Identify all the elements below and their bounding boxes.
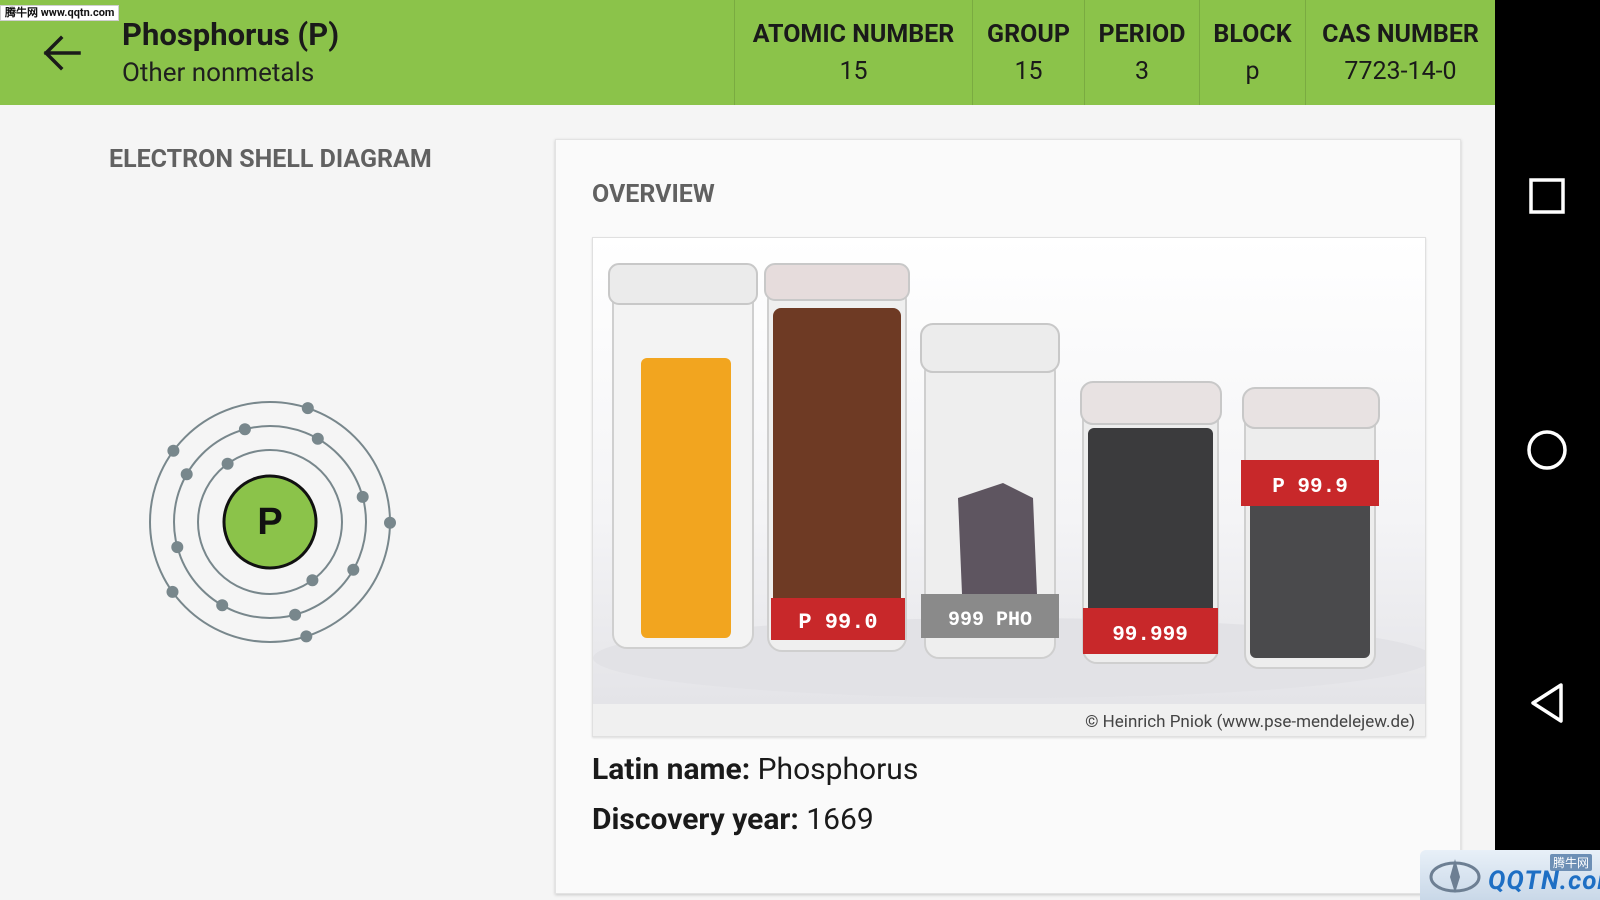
electron xyxy=(301,402,314,415)
stat-block: BLOCK p xyxy=(1199,0,1305,105)
jar-label: 99.999 xyxy=(1112,624,1188,647)
stat-label: GROUP xyxy=(987,20,1070,49)
watermark-top-left: 腾牛网 www.qqtn.com xyxy=(0,5,120,21)
element-photo[interactable]: P 99.0 999 PHO 99.999 P 99.9 xyxy=(593,238,1425,704)
back-nav-button[interactable] xyxy=(1517,673,1577,733)
stat-label: BLOCK xyxy=(1213,20,1292,49)
stat-value: 15 xyxy=(839,57,868,86)
stat-period: PERIOD 3 xyxy=(1084,0,1199,105)
stat-value: 15 xyxy=(1014,57,1043,86)
jar-black-phosphorus: 99.999 xyxy=(1080,381,1222,664)
home-button[interactable] xyxy=(1517,420,1577,480)
electron xyxy=(300,630,313,643)
stat-value: 7723-14-0 xyxy=(1344,57,1457,86)
electron xyxy=(171,541,184,554)
stat-value: p xyxy=(1245,57,1260,86)
jar-white-phosphorus xyxy=(608,263,758,649)
app-screen: Phosphorus (P) Other nonmetals ATOMIC NU… xyxy=(0,0,1495,900)
jar-label: P 99.9 xyxy=(1272,476,1348,499)
nucleus-symbol: P xyxy=(257,501,282,543)
electron xyxy=(289,608,302,621)
recents-button[interactable] xyxy=(1517,166,1577,226)
watermark-bottom-right: 腾牛网 QQTN.com xyxy=(1420,850,1600,900)
electron xyxy=(311,432,324,445)
stat-atomic-number: ATOMIC NUMBER 15 xyxy=(734,0,972,105)
system-navigation-bar xyxy=(1495,0,1600,900)
fact-value: 1669 xyxy=(806,802,874,837)
electron xyxy=(221,457,234,470)
electron xyxy=(216,599,229,612)
back-triangle-icon xyxy=(1531,683,1563,723)
element-photo-card: P 99.0 999 PHO 99.999 P 99.9 © Heinrich … xyxy=(592,237,1426,737)
overview-card: OVERVIEW P 99.0 999 PHO 99.999 P 99.9 © … xyxy=(555,139,1461,894)
stat-group: GROUP 15 xyxy=(972,0,1084,105)
electron xyxy=(347,563,360,576)
jar-red-phosphorus: P 99.0 xyxy=(764,263,910,652)
overview-title: OVERVIEW xyxy=(592,180,715,209)
back-button[interactable] xyxy=(36,30,86,76)
electron-shell-diagram: P xyxy=(149,401,396,643)
electron xyxy=(167,444,180,457)
fact-discovery-year: Discovery year: 1669 xyxy=(592,802,874,837)
fact-label: Latin name: xyxy=(592,752,751,787)
shell-diagram-title: ELECTRON SHELL DIAGRAM xyxy=(109,145,432,174)
jar-violet-phosphorus: 999 PHO xyxy=(920,323,1060,659)
electron xyxy=(180,468,193,481)
jar-label: P 99.0 xyxy=(798,610,877,635)
fact-label: Discovery year: xyxy=(592,802,799,837)
electron xyxy=(166,585,179,598)
jar-grey-phosphorus: P 99.9 xyxy=(1241,387,1380,669)
stat-label: PERIOD xyxy=(1098,20,1186,49)
stat-cas-number: CAS NUMBER 7723-14-0 xyxy=(1305,0,1495,105)
watermark-main-text: QQTN.com xyxy=(1488,866,1600,896)
element-title: Phosphorus (P) xyxy=(122,16,340,53)
recents-square-icon xyxy=(1529,178,1565,214)
arrow-left-icon xyxy=(43,35,81,71)
watermark-logo-icon xyxy=(1429,859,1481,893)
stat-label: CAS NUMBER xyxy=(1322,20,1479,49)
electron xyxy=(238,423,251,436)
image-credit: © Heinrich Pniok (www.pse-mendelejew.de) xyxy=(1085,712,1415,732)
jar-label: 999 PHO xyxy=(948,609,1032,632)
electron xyxy=(306,574,319,587)
electron xyxy=(384,516,396,529)
stat-label: ATOMIC NUMBER xyxy=(752,20,955,49)
fact-latin-name: Latin name: Phosphorus xyxy=(592,752,918,787)
electron xyxy=(356,490,369,503)
fact-value: Phosphorus xyxy=(757,752,919,787)
phosphorus-samples-image: P 99.0 999 PHO 99.999 P 99.9 xyxy=(593,263,1425,698)
element-category: Other nonmetals xyxy=(122,58,315,88)
stat-value: 3 xyxy=(1134,57,1150,86)
home-circle-icon xyxy=(1527,430,1567,470)
element-header: Phosphorus (P) Other nonmetals ATOMIC NU… xyxy=(0,0,1495,105)
